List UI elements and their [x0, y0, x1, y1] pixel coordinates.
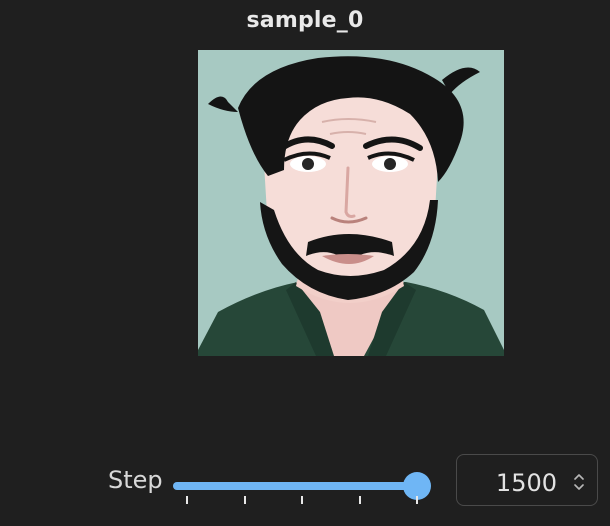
- chevron-up-icon[interactable]: [574, 472, 584, 482]
- step-controls: Step 1500: [0, 452, 610, 522]
- slider-tick: [243, 496, 246, 504]
- chevron-down-icon[interactable]: [574, 482, 584, 492]
- slider-tick: [358, 496, 361, 504]
- stepper-icon[interactable]: [573, 472, 585, 492]
- slider-tick: [301, 496, 303, 504]
- step-slider[interactable]: [173, 470, 431, 510]
- slider-tick: [416, 496, 418, 504]
- portrait-image: [198, 50, 504, 356]
- step-label: Step: [108, 466, 163, 494]
- step-value[interactable]: 1500: [496, 469, 557, 497]
- step-number-input[interactable]: 1500: [456, 454, 598, 506]
- sample-panel: sample_0 Step 1500: [0, 0, 610, 526]
- slider-tick: [186, 496, 188, 504]
- slider-fill: [173, 482, 417, 490]
- slider-ticks: [173, 496, 431, 506]
- portrait-illustration: [198, 50, 504, 356]
- panel-title: sample_0: [246, 8, 364, 33]
